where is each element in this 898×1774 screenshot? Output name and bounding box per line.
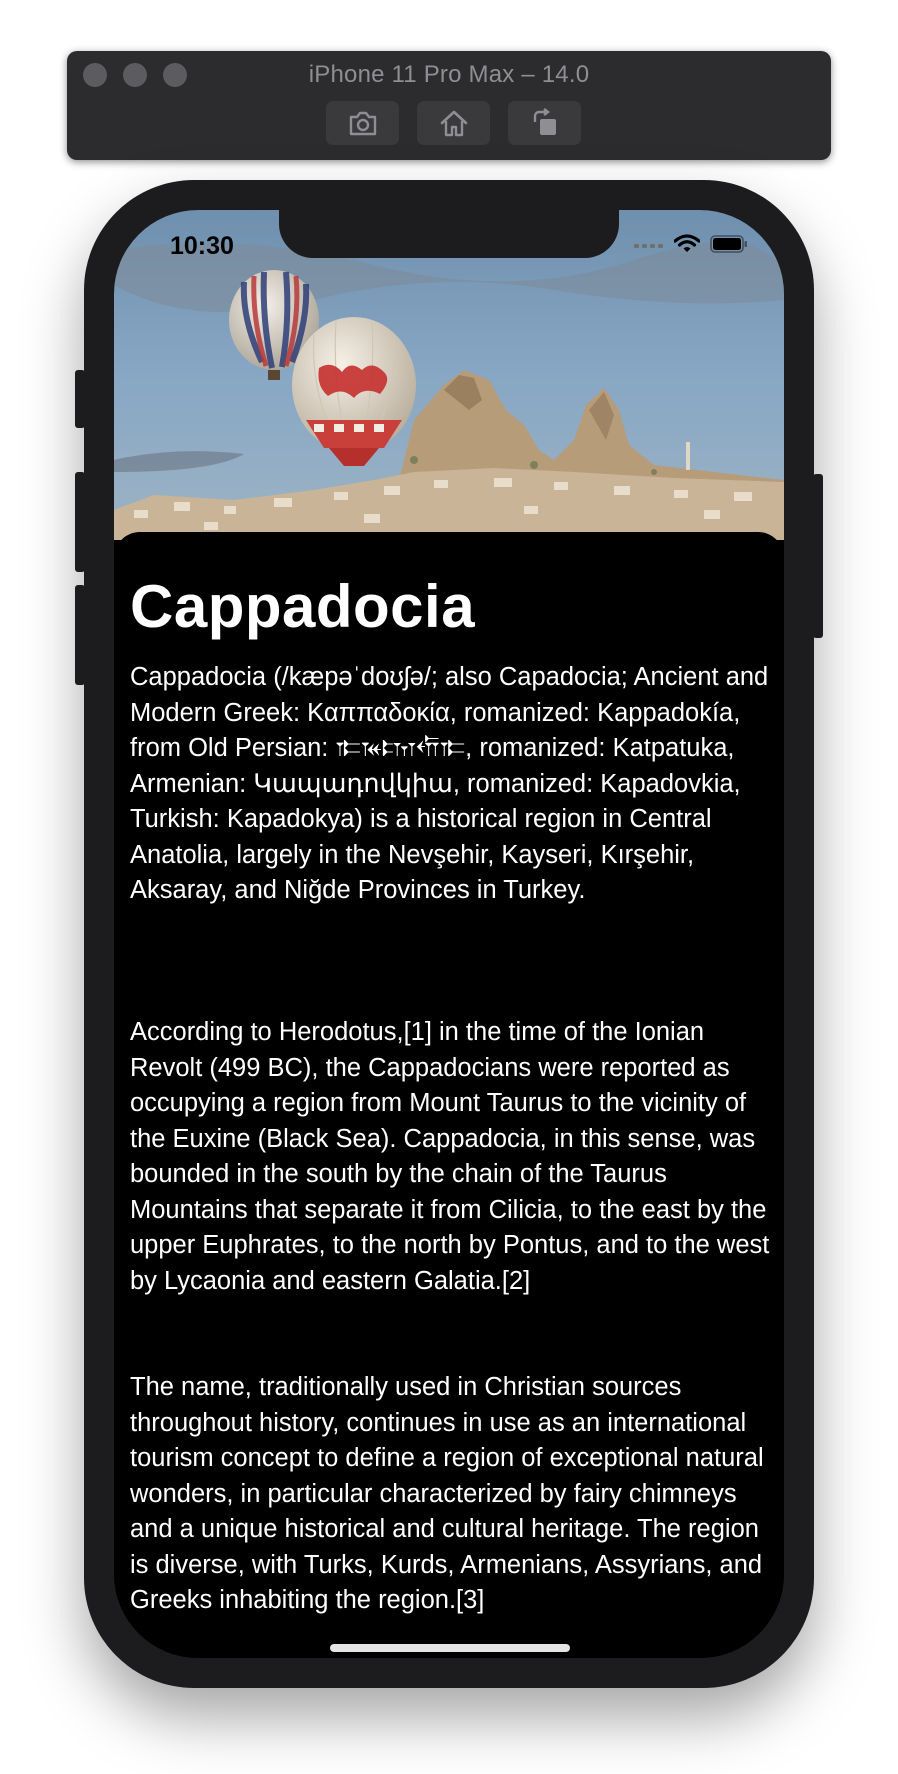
wifi-icon	[674, 234, 700, 252]
status-icons	[634, 234, 748, 254]
article-title: Cappadocia	[130, 573, 476, 640]
device-screen: 10:30 Cappadocia Cappadocia (/kæpəˈdoʊʃə…	[114, 210, 784, 1658]
screenshot-camera-icon	[349, 111, 376, 136]
simulator-toolbar: iPhone 11 Pro Max – 14.0	[67, 51, 831, 160]
article-paragraph: Cappadocia (/kæpəˈdoʊʃə/; also Capadocia…	[130, 663, 769, 904]
battery-icon	[710, 235, 747, 253]
home-icon	[440, 110, 467, 137]
iphone-device: 10:30 Cappadocia Cappadocia (/kæpəˈdoʊʃə…	[84, 180, 814, 1688]
status-time: 10:30	[170, 232, 234, 260]
device-notch	[279, 210, 619, 258]
article-card[interactable]: Cappadocia Cappadocia (/kæpəˈdoʊʃə/; als…	[114, 532, 784, 1658]
home-button[interactable]	[417, 101, 490, 145]
article-paragraph: According to Herodotus,[1] in the time o…	[130, 1018, 770, 1295]
rotate-button[interactable]	[508, 101, 581, 145]
simulator-title: iPhone 11 Pro Max – 14.0	[308, 61, 590, 88]
power-button[interactable]	[813, 474, 823, 638]
signal-icon	[634, 244, 663, 248]
rotate-icon	[533, 108, 556, 135]
screenshot-button[interactable]	[326, 101, 399, 145]
home-indicator[interactable]	[330, 1644, 570, 1652]
article-paragraph: The name, traditionally used in Christia…	[130, 1373, 764, 1614]
